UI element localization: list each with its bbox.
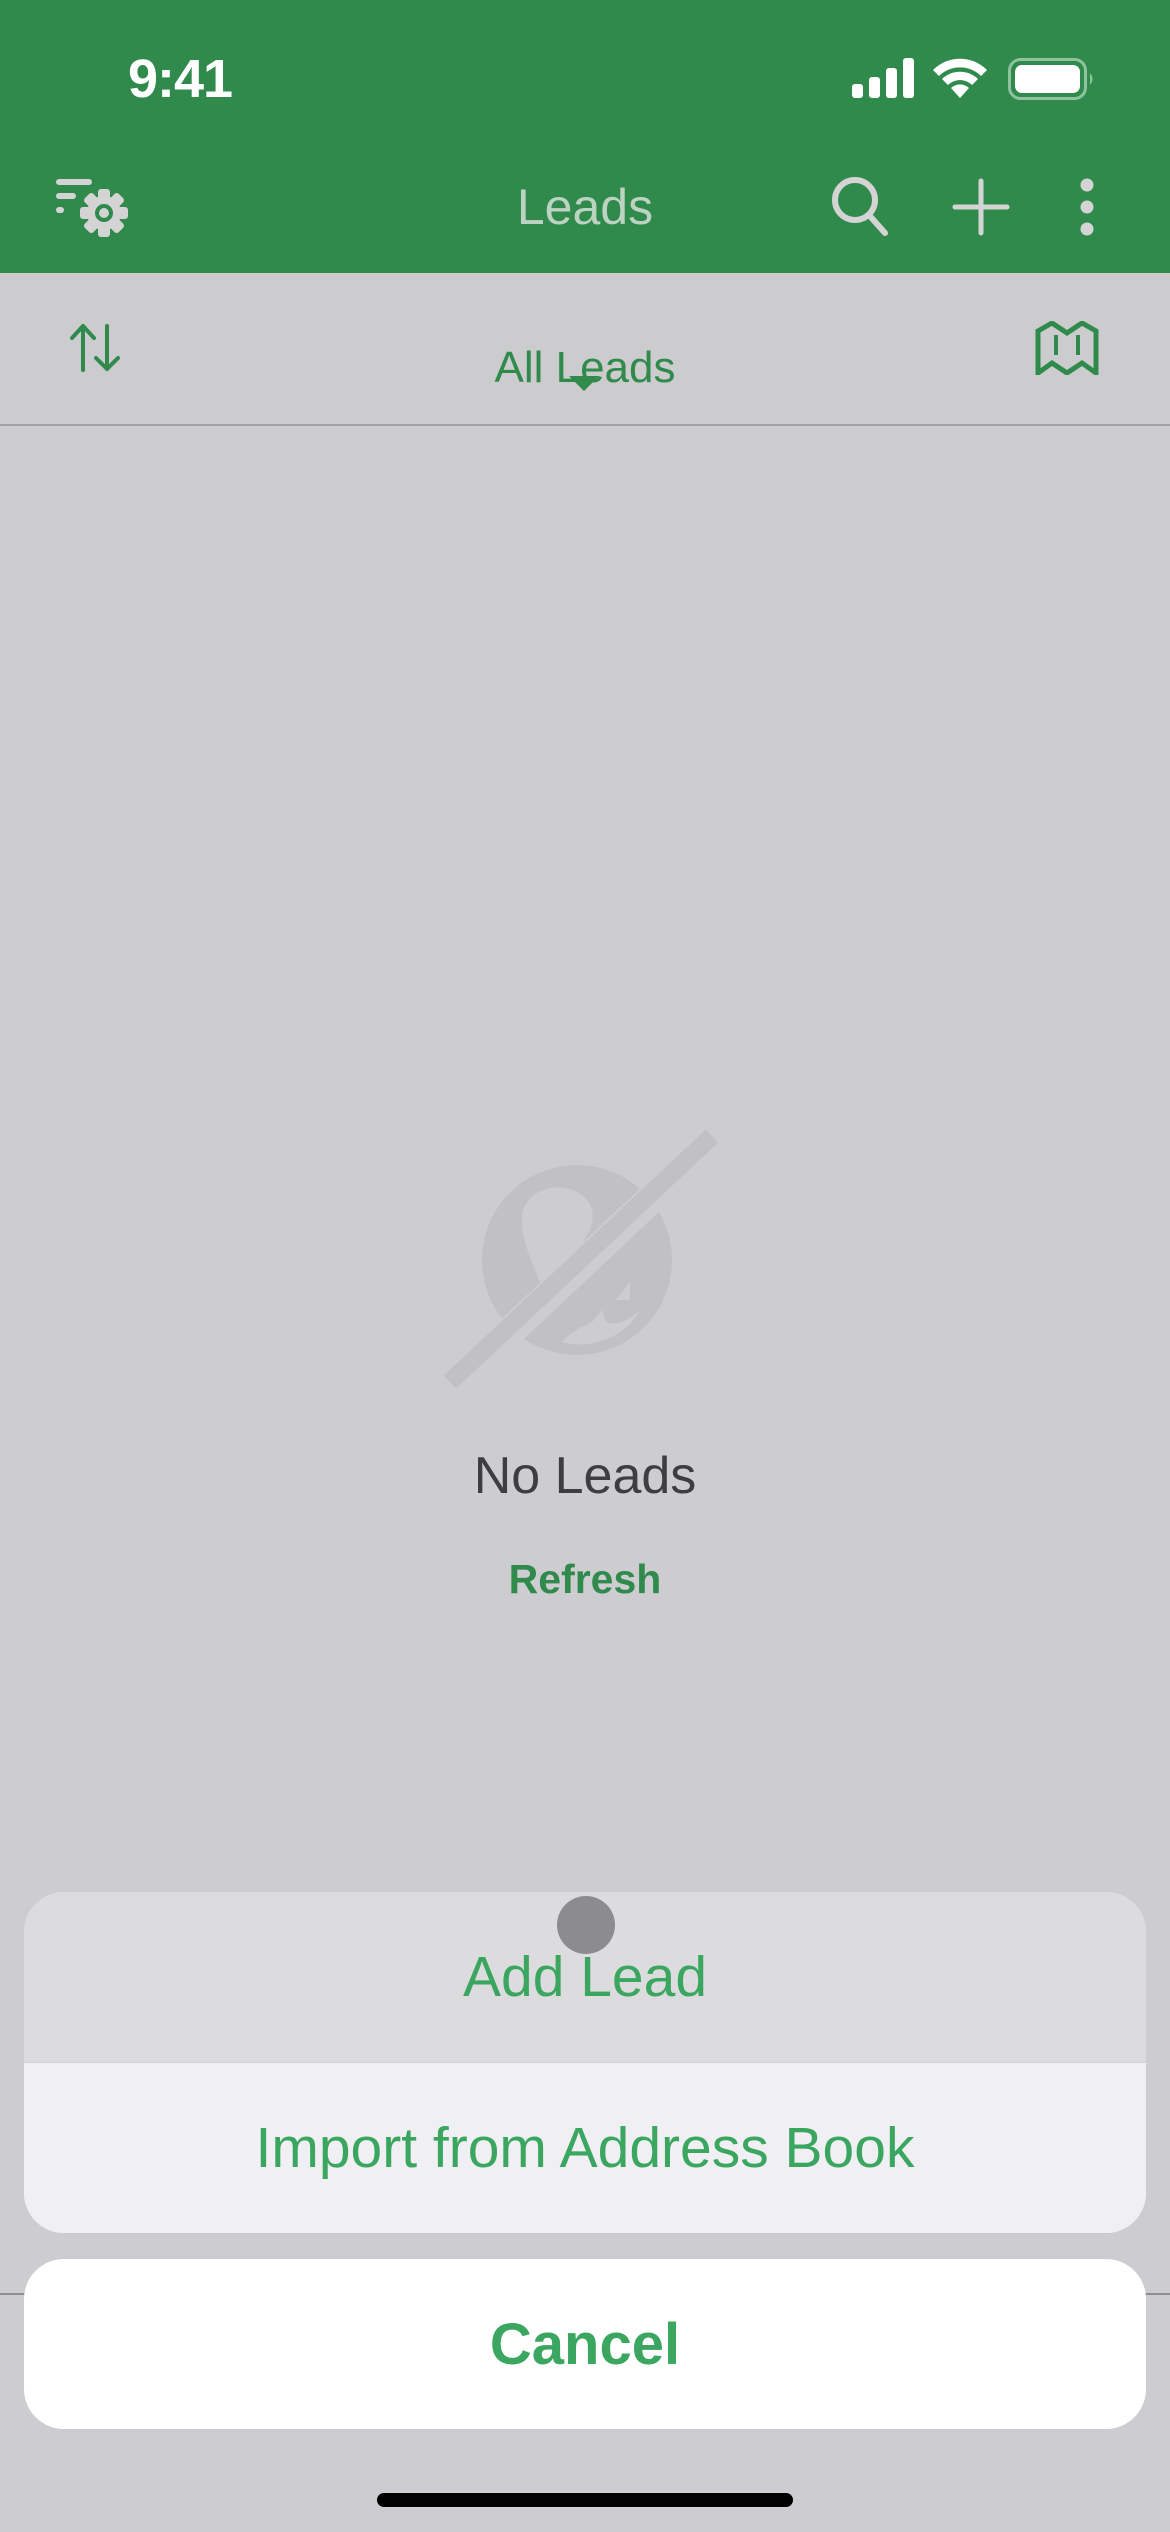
search-icon (832, 177, 888, 236)
battery-icon (1008, 58, 1093, 100)
cancel-button[interactable]: Cancel (24, 2259, 1146, 2429)
add-button[interactable] (946, 172, 1016, 242)
navigation-header: 9:41 Leads (0, 0, 1170, 273)
filter-toolbar: All Leads (0, 273, 1170, 426)
touch-indicator (557, 1896, 615, 1954)
more-options-button[interactable] (1062, 172, 1112, 242)
import-address-book-option[interactable]: Import from Address Book (24, 2063, 1146, 2233)
map-view-button[interactable] (1030, 317, 1104, 379)
status-time: 9:41 (128, 49, 233, 109)
refresh-button[interactable]: Refresh (485, 1556, 685, 1603)
caret-down-icon (569, 376, 599, 391)
plus-icon (952, 178, 1010, 236)
search-button[interactable] (826, 172, 896, 242)
map-icon (1035, 321, 1099, 375)
lead-filter-dropdown[interactable]: All Leads (470, 303, 700, 403)
wifi-icon (933, 58, 987, 98)
empty-state-message: No Leads (473, 1447, 697, 1505)
cellular-signal-icon (852, 58, 914, 98)
no-leads-icon (439, 1123, 730, 1399)
home-indicator[interactable] (377, 2493, 793, 2507)
more-vertical-icon (1080, 178, 1094, 236)
